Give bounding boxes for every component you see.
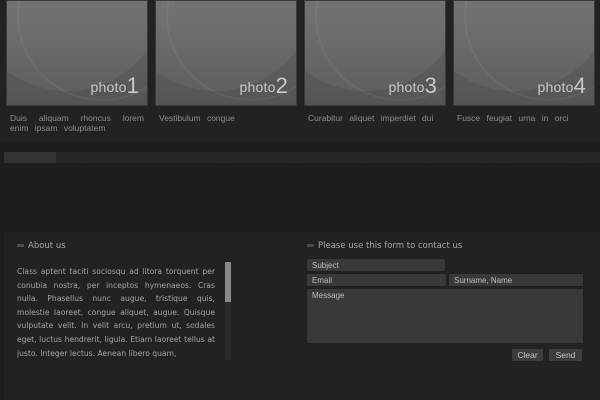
photo-caption-3: Curabitur aliquet imperdiet dui bbox=[308, 113, 434, 123]
send-button[interactable]: Send bbox=[548, 348, 583, 362]
subject-field[interactable]: Subject bbox=[306, 258, 446, 272]
email-field[interactable]: Email bbox=[306, 273, 447, 287]
photo-label-1: photo1 bbox=[90, 73, 139, 98]
photo-label-2: photo2 bbox=[239, 73, 288, 98]
clear-button[interactable]: Clear bbox=[511, 348, 544, 362]
photo-caption-4: Fusce feugiat urna in orci bbox=[457, 113, 569, 123]
message-field[interactable]: Message bbox=[306, 288, 584, 344]
heading-marker-icon bbox=[307, 244, 314, 247]
photo-thumbnail-1[interactable]: photo1 bbox=[6, 0, 148, 106]
photo-caption-2: Vestibulum congue bbox=[159, 113, 235, 123]
photo-label-3: photo3 bbox=[388, 73, 437, 98]
about-heading: About us bbox=[17, 241, 66, 251]
gallery-scrollbar-thumb[interactable] bbox=[4, 152, 56, 163]
contact-heading: Please use this form to contact us bbox=[307, 241, 462, 251]
photo-card-4[interactable]: photo4 Fusce feugiat urna in orci bbox=[453, 0, 595, 123]
photo-card-3[interactable]: photo3 Curabitur aliquet imperdiet dui bbox=[304, 0, 446, 123]
about-scrollbar[interactable] bbox=[225, 262, 231, 360]
photo-label-4: photo4 bbox=[537, 73, 586, 98]
gallery-scrollbar[interactable] bbox=[4, 152, 600, 163]
photo-thumbnail-4[interactable]: photo4 bbox=[453, 0, 595, 106]
about-scrollbar-thumb[interactable] bbox=[225, 262, 231, 302]
photo-card-1[interactable]: photo1 Duis aliquam rhoncus lorem enim i… bbox=[6, 0, 148, 133]
photo-caption-1: Duis aliquam rhoncus lorem enim ipsam vo… bbox=[10, 113, 144, 133]
photo-thumbnail-2[interactable]: photo2 bbox=[155, 0, 297, 106]
photo-thumbnail-3[interactable]: photo3 bbox=[304, 0, 446, 106]
heading-marker-icon bbox=[17, 244, 24, 247]
about-text: Class aptent taciti sociosqu ad litora t… bbox=[17, 267, 215, 358]
photo-card-2[interactable]: photo2 Vestibulum congue bbox=[155, 0, 297, 123]
name-field[interactable]: Surname, Name bbox=[448, 273, 584, 287]
